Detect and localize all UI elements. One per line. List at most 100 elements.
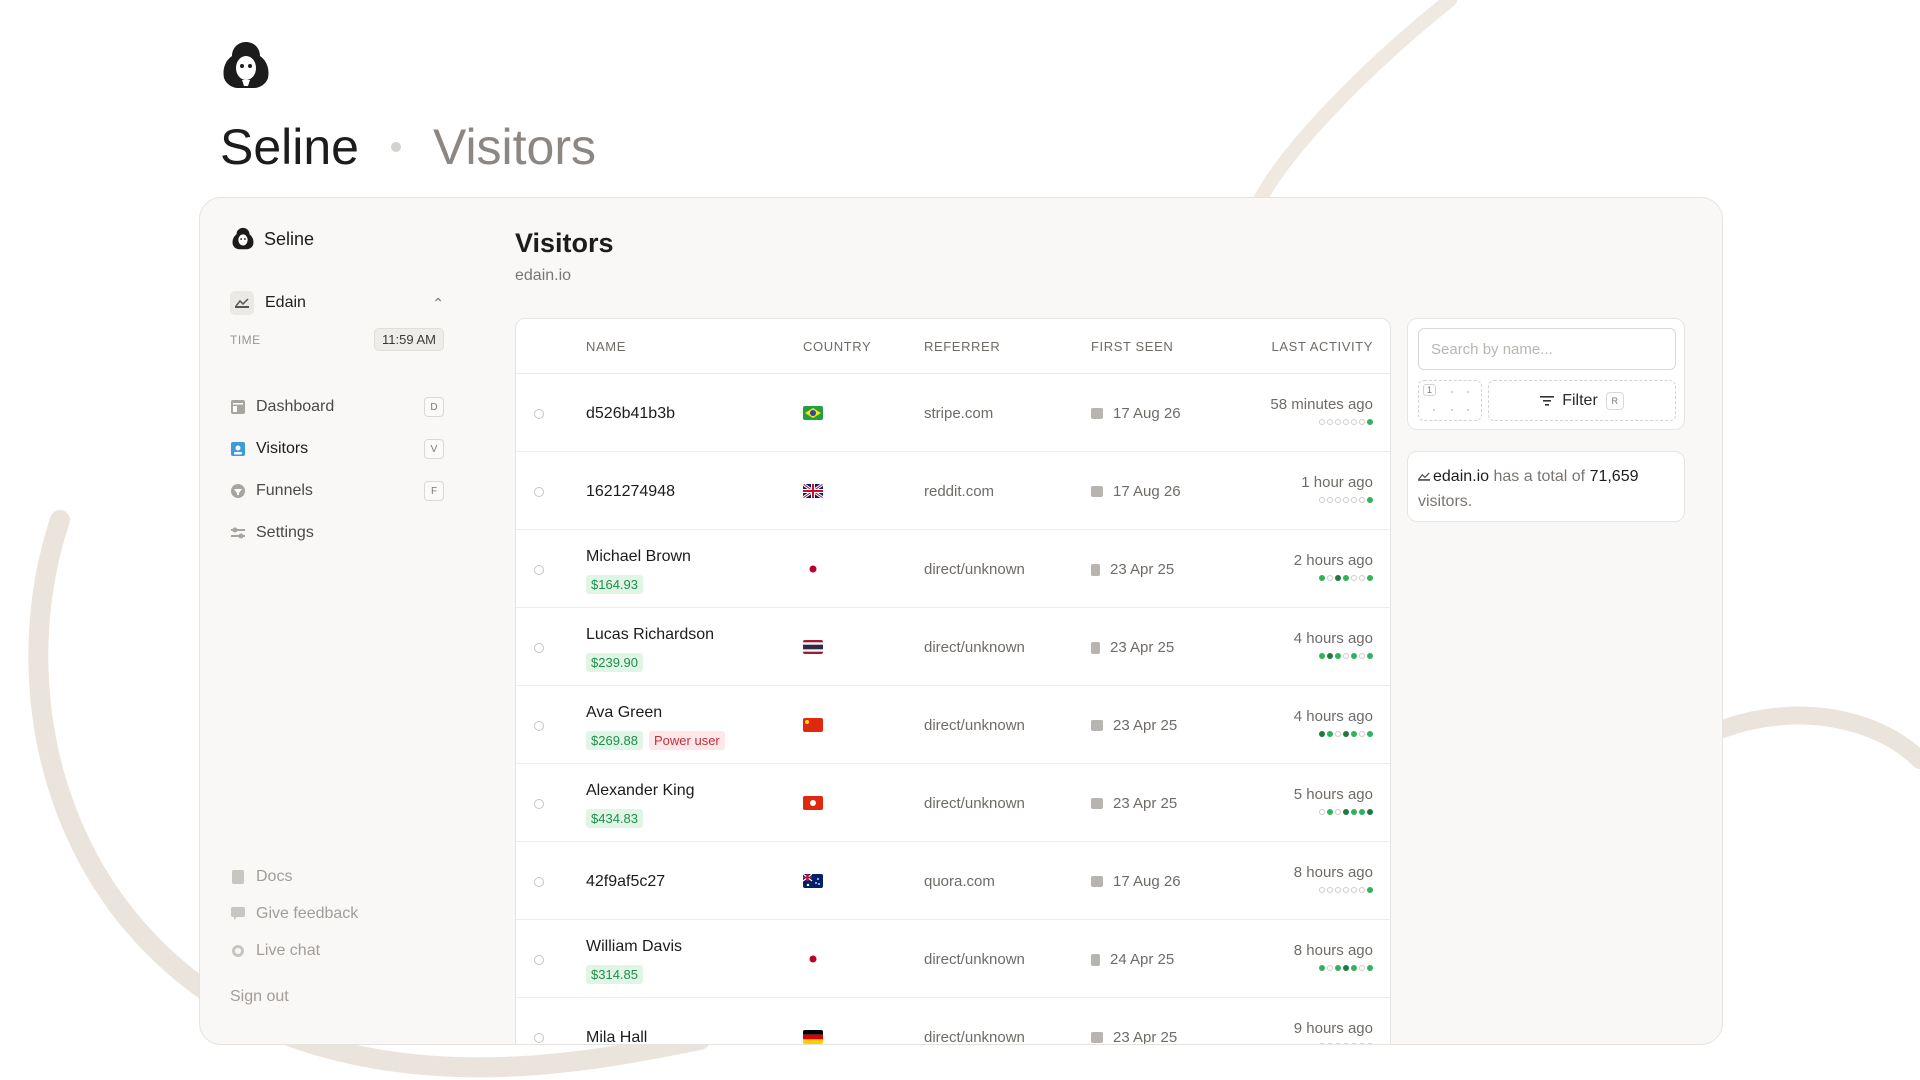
first-seen: 23 Apr 25	[1091, 561, 1174, 578]
table-row[interactable]: Ava Green $269.88 Power user direct/unknown…	[516, 686, 1390, 764]
table-row[interactable]: Alexander King $434.83 direct/unknown 23 Ap…	[516, 764, 1390, 842]
desktop-icon	[1091, 720, 1103, 731]
row-select-radio[interactable]	[534, 799, 544, 809]
table-row[interactable]: Lucas Richardson $239.90 direct/unknown 23 …	[516, 608, 1390, 686]
visitor-badges: $269.88 Power user	[586, 731, 725, 750]
row-select-radio[interactable]	[534, 955, 544, 965]
visitor-name[interactable]: Michael Brown	[586, 548, 691, 566]
time-value: 11:59 AM	[374, 328, 444, 351]
row-select-radio[interactable]	[534, 565, 544, 575]
sidebar-brand[interactable]: Seline	[230, 226, 314, 252]
table-row[interactable]: Mila Hall direct/unknown 23 Apr 25 9 hours …	[516, 998, 1390, 1045]
visitor-name[interactable]: William Davis	[586, 938, 682, 956]
activity-dot	[1343, 653, 1349, 659]
referrer: direct/unknown	[924, 951, 1025, 968]
feedback-icon	[230, 906, 246, 922]
row-select-radio[interactable]	[534, 721, 544, 731]
power-user-badge: Power user	[649, 731, 725, 750]
filter-button[interactable]: Filter R	[1488, 380, 1676, 421]
table-row[interactable]: d526b41b3b stripe.com 17 Aug 26 58 minutes …	[516, 374, 1390, 452]
sidebar-item-dashboard[interactable]: Dashboard D	[230, 386, 444, 428]
first-seen: 17 Aug 26	[1091, 405, 1181, 422]
last-activity-text: 1 hour ago	[1301, 474, 1373, 491]
visitor-name[interactable]: Alexander King	[586, 782, 695, 800]
search-input[interactable]	[1418, 328, 1676, 370]
page-indicator[interactable]: 1	[1418, 380, 1482, 421]
hero-separator-dot	[391, 142, 401, 152]
activity-dot	[1327, 419, 1333, 425]
row-select-radio[interactable]	[534, 487, 544, 497]
row-select-radio[interactable]	[534, 1033, 544, 1043]
row-select-radio[interactable]	[534, 877, 544, 887]
project-icon	[1418, 472, 1430, 481]
activity-dot	[1351, 965, 1357, 971]
first-seen-date: 17 Aug 26	[1113, 483, 1181, 500]
activity-dot	[1319, 419, 1325, 425]
sign-out-link[interactable]: Sign out	[230, 988, 289, 1006]
hero-title: Seline Visitors	[220, 118, 596, 176]
row-select-radio[interactable]	[534, 643, 544, 653]
activity-dots	[1294, 887, 1373, 893]
visitor-name[interactable]: Ava Green	[586, 704, 662, 722]
first-seen-date: 23 Apr 25	[1113, 717, 1178, 734]
column-header-first-seen[interactable]: FIRST SEEN	[1091, 339, 1173, 354]
referrer: direct/unknown	[924, 1029, 1025, 1045]
visitor-badges: $434.83	[586, 809, 643, 828]
sidebar-item-label: Funnels	[256, 482, 313, 499]
table-row[interactable]: William Davis $314.85 direct/unknown 24 Apr…	[516, 920, 1390, 998]
activity-dot	[1335, 887, 1341, 893]
japan-flag-icon	[803, 952, 823, 966]
visitor-name[interactable]: Lucas Richardson	[586, 626, 714, 644]
activity-dot	[1335, 731, 1341, 737]
sidebar-item-settings[interactable]: Settings	[230, 512, 444, 554]
activity-dot	[1327, 731, 1333, 737]
table-row[interactable]: 1621274948 reddit.com 17 Aug 26 1 hour ago	[516, 452, 1390, 530]
referrer: reddit.com	[924, 483, 995, 500]
hero-page-name: Visitors	[433, 119, 597, 175]
visitor-name[interactable]: d526b41b3b	[586, 405, 675, 423]
sidebar-link-label: Live chat	[256, 941, 321, 959]
brazil-flag-icon	[803, 406, 823, 420]
row-select-radio[interactable]	[534, 409, 544, 419]
activity-dot	[1351, 419, 1357, 425]
activity-dot	[1327, 809, 1333, 815]
chat-icon	[230, 943, 246, 959]
activity-dots	[1301, 497, 1373, 503]
table-row[interactable]: Michael Brown $164.93 direct/unknown 23 Apr…	[516, 530, 1390, 608]
australia-flag-icon	[803, 874, 823, 888]
total-text-before: has a total of	[1489, 468, 1590, 485]
first-seen: 23 Apr 25	[1091, 717, 1177, 734]
activity-dot	[1351, 497, 1357, 503]
visitor-name[interactable]: 42f9af5c27	[586, 873, 665, 891]
last-activity-text: 58 minutes ago	[1270, 396, 1373, 413]
sidebar-item-funnels[interactable]: Funnels F	[230, 470, 444, 512]
sidebar-link-feedback[interactable]: Give feedback	[230, 895, 444, 932]
visitor-name[interactable]: 1621274948	[586, 483, 675, 501]
activity-dot	[1327, 653, 1333, 659]
visitor-name[interactable]: Mila Hall	[586, 1029, 647, 1044]
activity-dots	[1294, 1043, 1373, 1044]
activity-dot	[1367, 497, 1373, 503]
activity-dot	[1351, 575, 1357, 581]
visitor-badges: $164.93	[586, 575, 643, 594]
column-header-referrer[interactable]: REFERRER	[924, 339, 1000, 354]
activity-dot	[1359, 887, 1365, 893]
sidebar-item-label: Dashboard	[256, 398, 335, 415]
sidebar-item-visitors[interactable]: Visitors V	[230, 428, 444, 470]
column-header-name[interactable]: NAME	[586, 339, 626, 354]
revenue-badge: $314.85	[586, 965, 643, 984]
sidebar-link-docs[interactable]: Docs	[230, 858, 444, 895]
activity-dot	[1351, 731, 1357, 737]
project-selector[interactable]: Edain ⌃	[230, 288, 444, 318]
column-header-last-activity[interactable]: LAST ACTIVITY	[1272, 339, 1373, 354]
sidebar-link-live-chat[interactable]: Live chat	[230, 932, 444, 969]
revenue-badge: $269.88	[586, 731, 643, 750]
column-header-country[interactable]: COUNTRY	[803, 339, 871, 354]
visitors-icon	[230, 441, 246, 457]
funnels-icon	[230, 483, 246, 499]
activity-dot	[1343, 419, 1349, 425]
dashboard-icon	[230, 399, 246, 415]
chevron-updown-icon: ⌃	[432, 294, 444, 311]
table-row[interactable]: 42f9af5c27 quora.com 17 Aug 26 8 hours ago	[516, 842, 1390, 920]
page-title: Visitors	[515, 228, 614, 258]
